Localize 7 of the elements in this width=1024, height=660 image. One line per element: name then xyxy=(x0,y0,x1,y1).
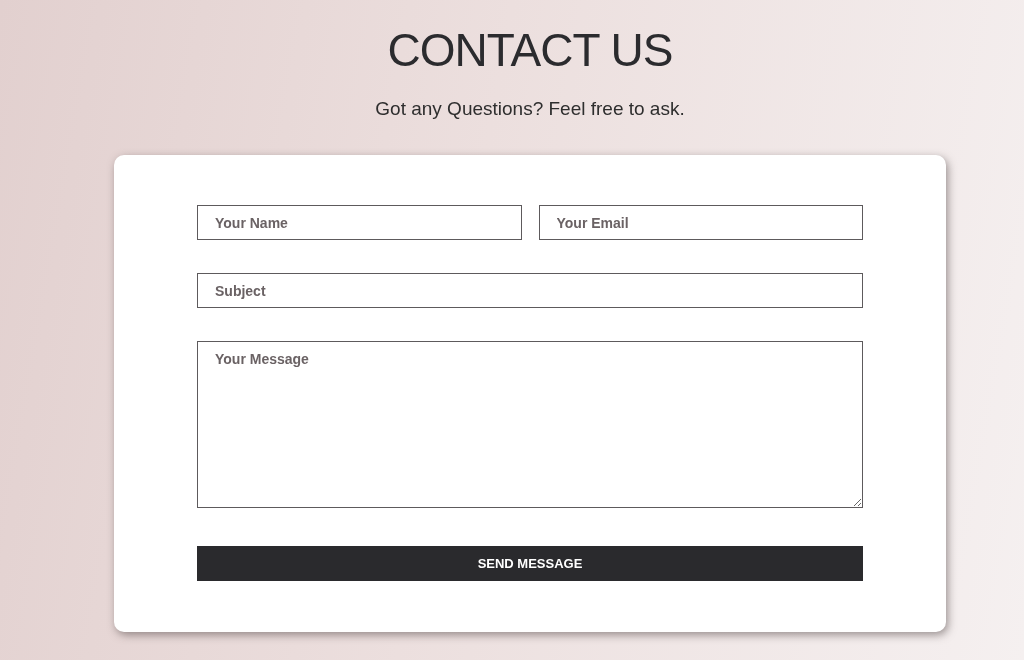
name-field[interactable]: Your Name xyxy=(197,205,522,240)
message-field[interactable]: Your Message xyxy=(197,341,863,508)
email-field[interactable]: Your Email xyxy=(538,205,863,240)
subject-field[interactable]: Subject xyxy=(197,273,863,308)
contact-title: CONTACT US xyxy=(387,25,673,75)
contact-subtitle: Got any Questions? Feel free to ask. xyxy=(375,97,685,121)
send-message-button[interactable]: SEND MESSAGE xyxy=(197,546,863,581)
